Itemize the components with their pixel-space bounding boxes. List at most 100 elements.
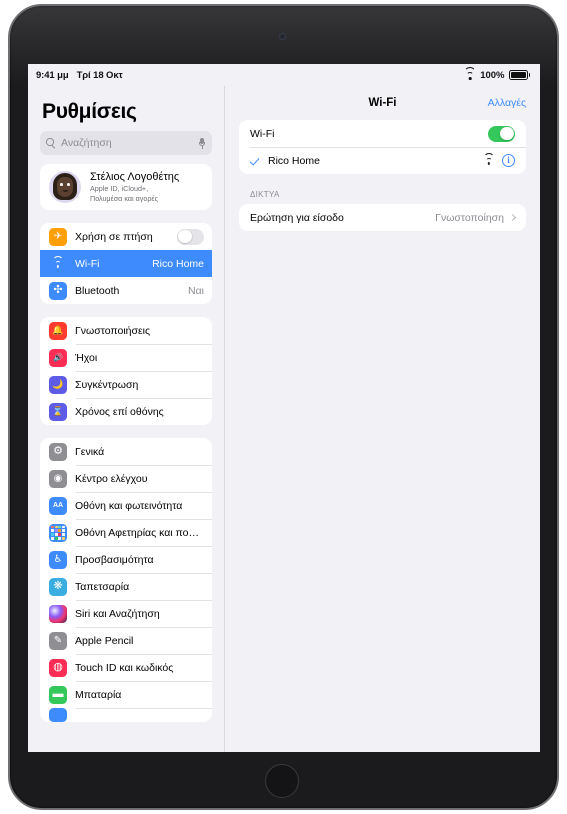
info-icon[interactable]: i: [502, 154, 515, 167]
memoji-avatar: [49, 171, 81, 203]
bluetooth-icon: ✣: [49, 281, 67, 300]
sidebar-item-accessibility[interactable]: ♿ Προσβασιμότητα: [40, 546, 212, 573]
sidebar-item-label: Συγκέντρωση: [75, 378, 139, 391]
sidebar-item-home-screen[interactable]: Οθόνη Αφετηρίας και πο…: [40, 519, 212, 546]
home-button[interactable]: [265, 764, 299, 798]
battery-glyph: ▬: [52, 688, 64, 700]
ipad-screen: 9:41 μμ Τρί 18 Οκτ 100% Ρυθμίσεις Αναζήτ…: [28, 64, 540, 752]
account-subtitle-line2: Πολυμέσα και αγορές: [90, 194, 159, 203]
sidebar-item-wifi[interactable]: Wi-Fi Rico Home: [40, 250, 212, 277]
wifi-signal-icon: [483, 153, 494, 165]
sidebar-group-notifications: 🔔 Γνωστοποιήσεις 🔊 Ήχοι 🌙 Συγκέντρωση ⌛ …: [40, 317, 212, 425]
fingerprint-glyph: ◍: [53, 661, 63, 673]
wallpaper-icon: ❋: [49, 577, 67, 596]
control-center-icon: ◉: [49, 469, 67, 488]
sidebar-item-general[interactable]: ⚙ Γενικά: [40, 438, 212, 465]
sidebar-item-value: Ναι: [188, 284, 204, 297]
aa-glyph: AA: [52, 502, 64, 509]
ask-to-join-row[interactable]: Ερώτηση για είσοδο Γνωστοποίηση: [239, 204, 526, 231]
sidebar-item-touch-id[interactable]: ◍ Touch ID και κωδικός: [40, 654, 212, 681]
microphone-icon[interactable]: [198, 137, 206, 149]
account-name: Στέλιος Λογοθέτης: [90, 171, 180, 183]
page-title: Ρυθμίσεις: [42, 100, 137, 123]
airplane-mode-toggle[interactable]: [177, 228, 204, 245]
connected-network-row[interactable]: Rico Home i: [239, 147, 526, 174]
bluetooth-glyph: ✣: [53, 284, 63, 296]
sidebar-item-label: Ταπετσαρία: [75, 580, 130, 593]
home-screen-icon: [49, 523, 67, 542]
sidebar-item-wallpaper[interactable]: ❋ Ταπετσαρία: [40, 573, 212, 600]
sidebar-item-control-center[interactable]: ◉ Κέντρο ελέγχου: [40, 465, 212, 492]
sidebar-item-value: Rico Home: [152, 257, 204, 270]
account-row[interactable]: Στέλιος Λογοθέτης Apple ID, iCloud+, Πολ…: [40, 164, 212, 210]
notifications-icon: 🔔: [49, 321, 67, 340]
sidebar-item-notifications[interactable]: 🔔 Γνωστοποιήσεις: [40, 317, 212, 344]
ask-to-join-label: Ερώτηση για είσοδο: [250, 211, 344, 224]
sidebar-item-label: Χρήση σε πτήση: [75, 230, 153, 243]
sidebar-item-screen-time[interactable]: ⌛ Χρόνος επί οθόνης: [40, 398, 212, 425]
sidebar-item-label: Οθόνη Αφετηρίας και πο…: [75, 526, 199, 539]
account-text: Στέλιος Λογοθέτης Apple ID, iCloud+, Πολ…: [90, 171, 179, 203]
apple-pencil-icon: ✎: [49, 631, 67, 650]
edit-button[interactable]: Αλλαγές: [488, 97, 526, 109]
sidebar-group-system: ⚙ Γενικά ◉ Κέντρο ελέγχου AA Οθόνη και φ…: [40, 438, 212, 722]
speaker-glyph: 🔊: [53, 352, 63, 362]
status-bar-left: 9:41 μμ Τρί 18 Οκτ: [36, 70, 123, 81]
sidebar-item-label: Προσβασιμότητα: [75, 553, 154, 566]
settings-sidebar: Ρυθμίσεις Αναζήτηση Στέλιος Λογοθέτης Ap…: [28, 86, 224, 752]
siri-icon: [49, 604, 67, 623]
status-bar: 9:41 μμ Τρί 18 Οκτ 100%: [28, 64, 540, 86]
battery-percent-label: 100%: [480, 69, 505, 81]
sidebar-item-airplane-mode[interactable]: ✈ Χρήση σε πτήση: [40, 223, 212, 250]
general-gear-icon: ⚙: [49, 442, 67, 461]
bell-glyph: 🔔: [52, 325, 64, 335]
pencil-glyph: ✎: [53, 634, 63, 646]
grid-glyph: [49, 523, 67, 542]
sidebar-item-label: Οθόνη και φωτεινότητα: [75, 499, 183, 512]
sidebar-item-label: Siri και Αναζήτηση: [75, 607, 160, 620]
privacy-icon: [49, 708, 67, 722]
sidebar-item-apple-pencil[interactable]: ✎ Apple Pencil: [40, 627, 212, 654]
sidebar-item-label: Γνωστοποιήσεις: [75, 324, 151, 337]
networks-section-header: ΔΙΚΤΥΑ: [250, 190, 280, 199]
wifi-icon: [464, 66, 477, 80]
wifi-toggle[interactable]: [488, 125, 515, 142]
sidebar-item-label: Κέντρο ελέγχου: [75, 472, 148, 485]
wifi-toggle-row[interactable]: Wi-Fi: [239, 120, 526, 147]
sidebar-item-sounds[interactable]: 🔊 Ήχοι: [40, 344, 212, 371]
wifi-toggle-label: Wi-Fi: [250, 127, 275, 140]
search-container: Αναζήτηση: [28, 131, 224, 165]
sidebar-item-focus[interactable]: 🌙 Συγκέντρωση: [40, 371, 212, 398]
search-input[interactable]: Αναζήτηση: [40, 131, 212, 155]
sidebar-item-label: Ήχοι: [75, 351, 98, 364]
sounds-icon: 🔊: [49, 348, 67, 367]
wifi-detail-pane: Wi-Fi Αλλαγές Wi-Fi Rico Home i ΔΙΚΤΥΑ Ε…: [224, 86, 540, 752]
sidebar-item-display-brightness[interactable]: AA Οθόνη και φωτεινότητα: [40, 492, 212, 519]
moon-glyph: 🌙: [52, 379, 64, 389]
hourglass-glyph: ⌛: [52, 406, 64, 416]
sidebar-item-label: Wi-Fi: [75, 257, 100, 270]
sidebar-item-label: Touch ID και κωδικός: [75, 661, 174, 674]
sidebar-item-bluetooth[interactable]: ✣ Bluetooth Ναι: [40, 277, 212, 304]
touch-id-icon: ◍: [49, 658, 67, 677]
sidebar-item-siri-search[interactable]: Siri και Αναζήτηση: [40, 600, 212, 627]
sidebar-item-label: Apple Pencil: [75, 634, 134, 647]
ask-to-join-value: Γνωστοποίηση: [435, 211, 504, 224]
focus-moon-icon: 🌙: [49, 375, 67, 394]
sidebar-item-battery[interactable]: ▬ Μπαταρία: [40, 681, 212, 708]
detail-title: Wi-Fi: [368, 97, 397, 109]
checkmark-icon: [250, 155, 261, 166]
sliders-glyph: ◉: [53, 472, 63, 484]
sidebar-item-label: Γενικά: [75, 445, 105, 458]
split-view: Ρυθμίσεις Αναζήτηση Στέλιος Λογοθέτης Ap…: [28, 86, 540, 752]
front-camera-icon: [279, 33, 286, 40]
network-name: Rico Home: [268, 154, 320, 167]
accessibility-glyph: ♿: [53, 553, 63, 565]
sidebar-scroll-area[interactable]: Στέλιος Λογοθέτης Apple ID, iCloud+, Πολ…: [28, 164, 224, 752]
battery-full-icon: [508, 70, 530, 80]
gear-glyph: ⚙: [53, 445, 63, 457]
sidebar-item-partial[interactable]: [40, 708, 212, 722]
battery-icon: ▬: [49, 685, 67, 704]
search-placeholder: Αναζήτηση: [61, 137, 112, 149]
sidebar-item-label: Bluetooth: [75, 284, 120, 297]
